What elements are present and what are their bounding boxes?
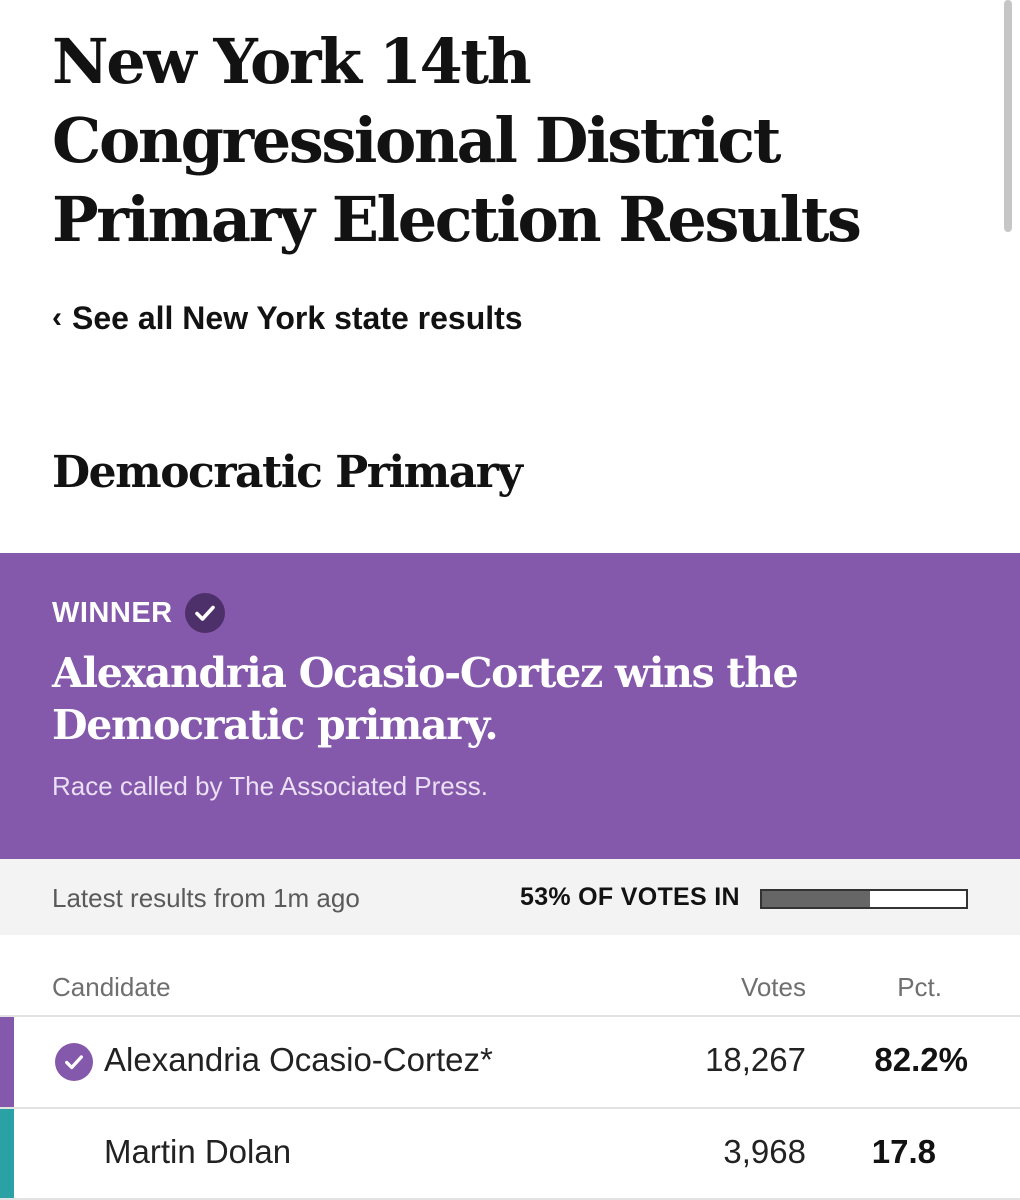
winner-headline: Alexandria Ocasio-Cortez wins the Democr…: [52, 649, 799, 749]
votes-in-label: 53% OF VOTES IN: [520, 883, 740, 911]
candidate-name: Martin Dolan: [104, 1133, 292, 1170]
candidate-pct: 82.2%: [874, 1041, 968, 1078]
candidate-votes: 18,267: [705, 1041, 806, 1078]
chevron-left-icon: ‹: [52, 301, 62, 334]
winner-label-row: WINNER: [52, 593, 225, 633]
column-header-pct: Pct.: [897, 972, 942, 1002]
see-all-state-results-link[interactable]: ‹ See all New York state results: [52, 298, 523, 338]
winner-label: WINNER: [52, 596, 173, 629]
table-row: Alexandria Ocasio-Cortez* 18,267 82.2%: [0, 1017, 1020, 1107]
race-called-note: Race called by The Associated Press.: [52, 771, 488, 801]
latest-results-timestamp: Latest results from 1m ago: [52, 883, 360, 913]
votes-in-progress-bar: [760, 889, 968, 909]
candidate-name: Alexandria Ocasio-Cortez*: [104, 1041, 493, 1078]
candidate-pct: 17.8: [871, 1133, 936, 1170]
winner-banner: WINNER Alexandria Ocasio-Cortez wins the…: [0, 553, 1020, 859]
checkmark-icon: [184, 593, 225, 633]
votes-in-progress-fill: [762, 891, 871, 907]
winner-checkmark-icon: [55, 1043, 93, 1081]
column-header-votes: Votes: [740, 972, 806, 1002]
section-heading: Democratic Primary: [52, 447, 523, 498]
page-title: New York 14th Congressional District Pri…: [52, 25, 862, 256]
party-color-stripe: [0, 1017, 14, 1107]
scrollbar[interactable]: [1004, 0, 1012, 232]
party-color-stripe: [0, 1109, 14, 1199]
table-row: Martin Dolan 3,968 17.8: [0, 1109, 1020, 1199]
back-link-label: See all New York state results: [72, 300, 523, 336]
column-header-candidate: Candidate: [52, 972, 171, 1002]
candidate-votes: 3,968: [723, 1133, 806, 1170]
results-status-bar: Latest results from 1m ago 53% OF VOTES …: [0, 859, 1020, 935]
